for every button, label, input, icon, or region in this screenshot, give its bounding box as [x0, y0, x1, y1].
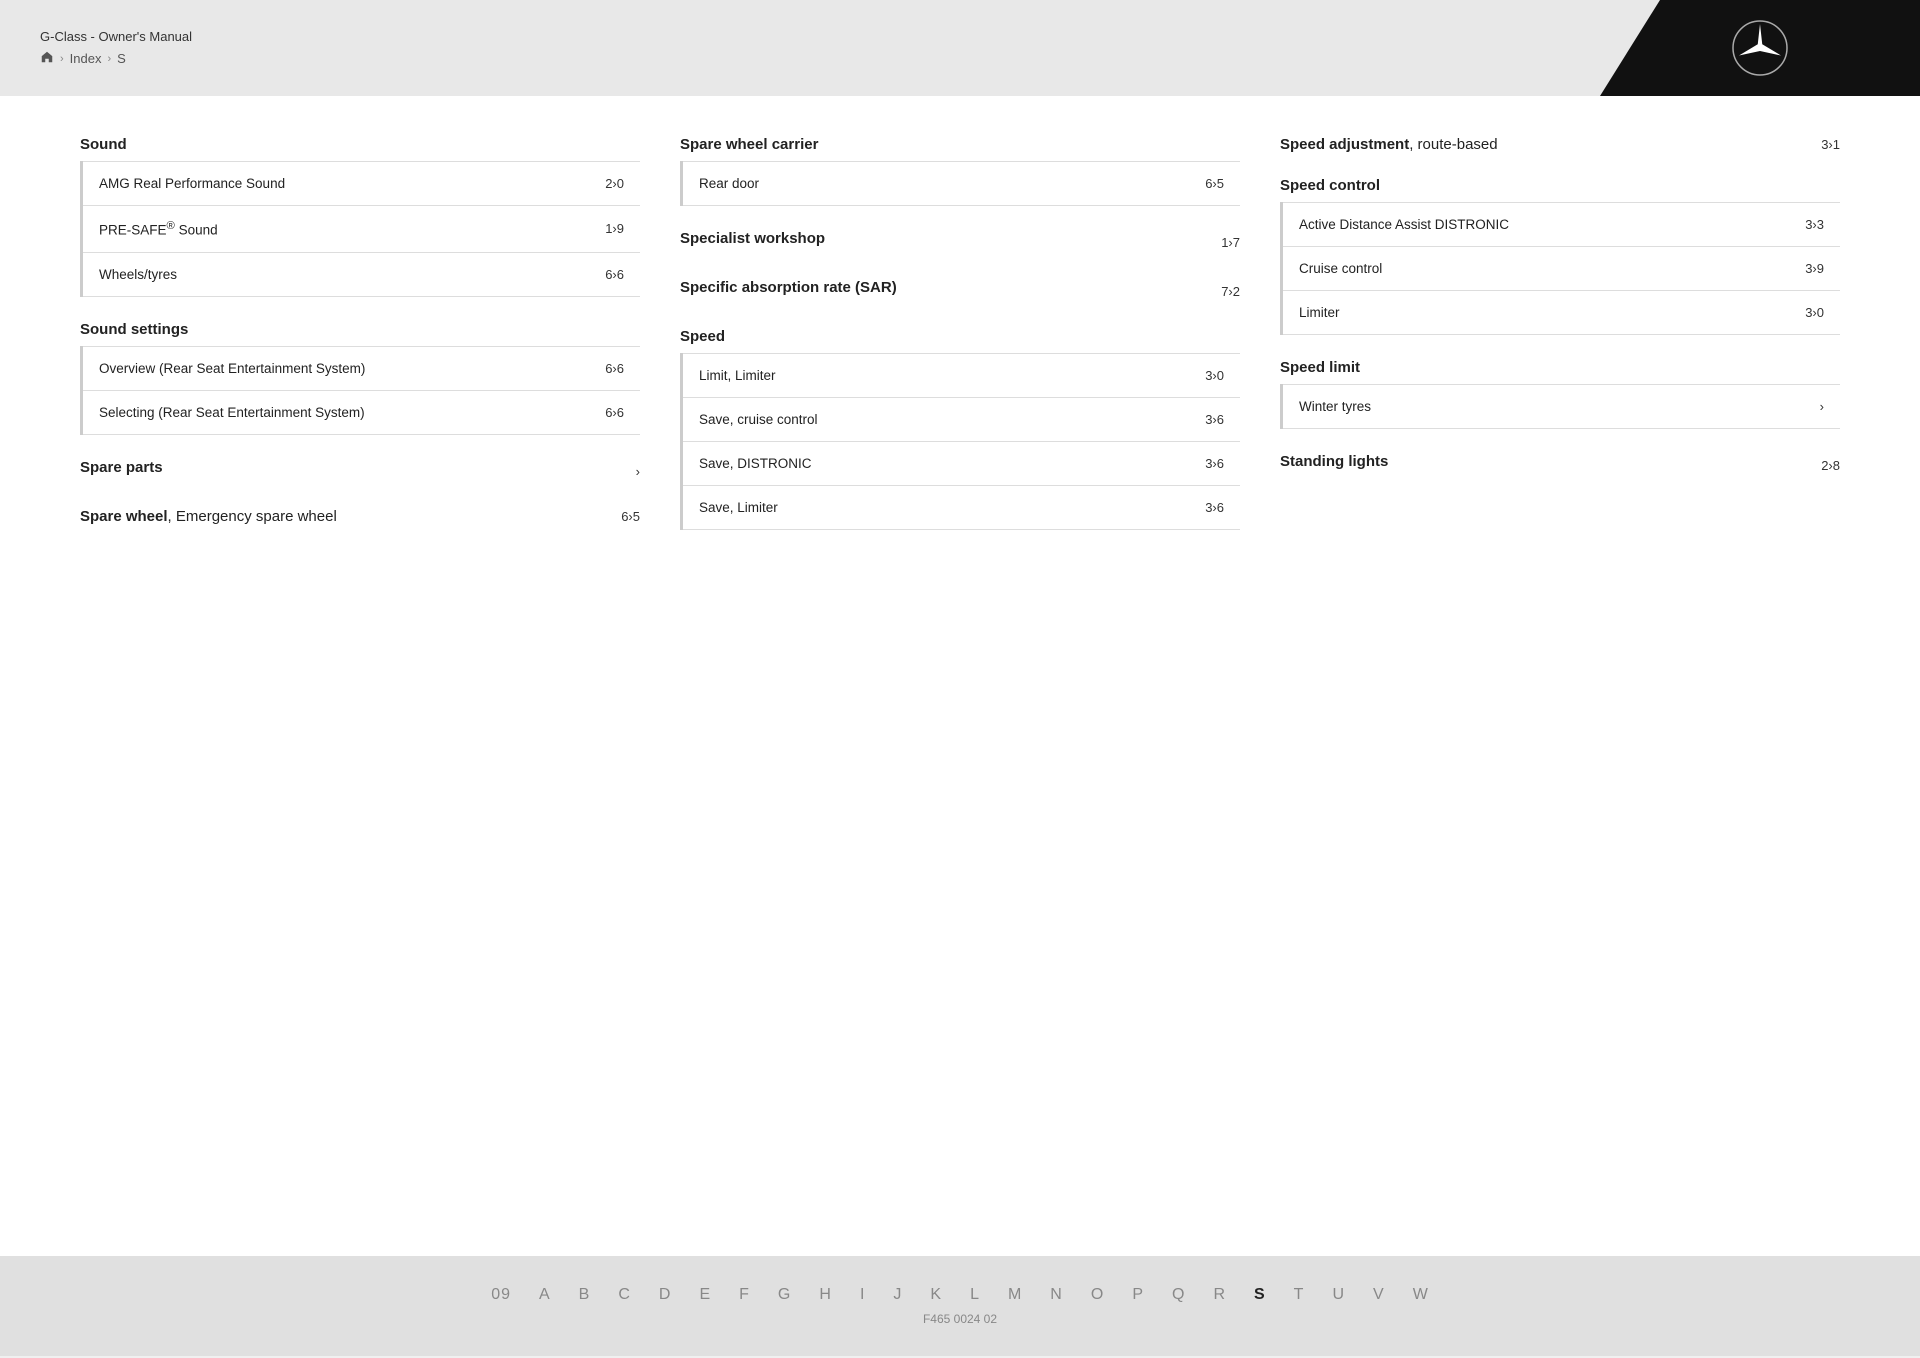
breadcrumb-chevron-1: ›	[60, 53, 64, 65]
section-spare-wheel: Spare wheel, Emergency spare wheel 6›5	[80, 508, 640, 525]
section-spare-wheel-carrier: Spare wheel carrier Rear door 6›5	[680, 136, 1240, 206]
alpha-b[interactable]: B	[579, 1286, 591, 1304]
list-item[interactable]: Limiter 3›0	[1283, 290, 1840, 335]
list-item[interactable]: Active Distance Assist DISTRONIC 3›3	[1283, 202, 1840, 246]
alpha-o[interactable]: O	[1091, 1286, 1104, 1304]
speed-adjustment-row[interactable]: Speed adjustment, route-based 3›1	[1280, 136, 1840, 153]
alpha-v[interactable]: V	[1373, 1286, 1385, 1304]
list-item[interactable]: Wheels/tyres 6›6	[83, 252, 640, 297]
columns-wrapper: Sound AMG Real Performance Sound 2›0 PRE…	[80, 136, 1840, 554]
alpha-l[interactable]: L	[970, 1286, 980, 1304]
standing-lights-row[interactable]: Standing lights 2›8	[1280, 453, 1840, 478]
column-3: Speed adjustment, route-based 3›1 Speed …	[1280, 136, 1840, 554]
alphabet-nav: 09 A B C D E F G H I J K L M N O P Q R S…	[491, 1286, 1429, 1304]
alpha-d[interactable]: D	[659, 1286, 672, 1304]
alpha-c[interactable]: C	[618, 1286, 631, 1304]
column-1: Sound AMG Real Performance Sound 2›0 PRE…	[80, 136, 680, 554]
alpha-q[interactable]: Q	[1172, 1286, 1185, 1304]
alpha-j[interactable]: J	[893, 1286, 902, 1304]
alpha-09[interactable]: 09	[491, 1286, 511, 1304]
list-item[interactable]: Rear door 6›5	[683, 161, 1240, 206]
list-item[interactable]: Save, Limiter 3›6	[683, 485, 1240, 530]
alpha-r[interactable]: R	[1213, 1286, 1226, 1304]
alpha-s[interactable]: S	[1254, 1286, 1266, 1304]
section-speed-control: Speed control Active Distance Assist DIS…	[1280, 177, 1840, 335]
section-sound: Sound AMG Real Performance Sound 2›0 PRE…	[80, 136, 640, 297]
speed-control-title: Speed control	[1280, 177, 1840, 194]
list-item[interactable]: Save, cruise control 3›6	[683, 397, 1240, 441]
list-item[interactable]: AMG Real Performance Sound 2›0	[83, 161, 640, 205]
speed-control-items: Active Distance Assist DISTRONIC 3›3 Cru…	[1280, 202, 1840, 335]
footer: 09 A B C D E F G H I J K L M N O P Q R S…	[0, 1256, 1920, 1356]
home-icon[interactable]	[40, 50, 54, 67]
section-standing-lights: Standing lights 2›8	[1280, 453, 1840, 478]
sound-settings-title: Sound settings	[80, 321, 640, 338]
list-item[interactable]: Limit, Limiter 3›0	[683, 353, 1240, 397]
alpha-a[interactable]: A	[539, 1286, 551, 1304]
section-specialist-workshop: Specialist workshop 1›7	[680, 230, 1240, 255]
spare-parts-row[interactable]: Spare parts ›	[80, 459, 640, 484]
spare-wheel-carrier-title: Spare wheel carrier	[680, 136, 1240, 153]
list-item[interactable]: Selecting (Rear Seat Entertainment Syste…	[83, 390, 640, 435]
breadcrumb-index[interactable]: Index	[70, 51, 102, 66]
spare-wheel-carrier-items: Rear door 6›5	[680, 161, 1240, 206]
sound-title: Sound	[80, 136, 640, 153]
header: G-Class - Owner's Manual › Index › S	[0, 0, 1920, 96]
column-2: Spare wheel carrier Rear door 6›5 Specia…	[680, 136, 1280, 554]
alpha-u[interactable]: U	[1332, 1286, 1345, 1304]
spare-wheel-row[interactable]: Spare wheel, Emergency spare wheel 6›5	[80, 508, 640, 525]
alpha-t[interactable]: T	[1294, 1286, 1305, 1304]
section-spare-parts: Spare parts ›	[80, 459, 640, 484]
list-item[interactable]: Winter tyres ›	[1283, 384, 1840, 429]
speed-limit-items: Winter tyres ›	[1280, 384, 1840, 429]
main-content: Sound AMG Real Performance Sound 2›0 PRE…	[0, 96, 1920, 1256]
list-item[interactable]: PRE-SAFE® Sound 1›9	[83, 205, 640, 252]
alpha-i[interactable]: I	[860, 1286, 865, 1304]
manual-title: G-Class - Owner's Manual	[40, 29, 192, 44]
header-left: G-Class - Owner's Manual › Index › S	[40, 29, 192, 67]
sound-settings-items: Overview (Rear Seat Entertainment System…	[80, 346, 640, 435]
specific-absorption-row[interactable]: Specific absorption rate (SAR) 7›2	[680, 279, 1240, 304]
breadcrumb-s[interactable]: S	[117, 51, 126, 66]
alpha-h[interactable]: H	[819, 1286, 832, 1304]
speed-title: Speed	[680, 328, 1240, 345]
breadcrumb: › Index › S	[40, 50, 192, 67]
list-item[interactable]: Save, DISTRONIC 3›6	[683, 441, 1240, 485]
list-item[interactable]: Cruise control 3›9	[1283, 246, 1840, 290]
alpha-f[interactable]: F	[739, 1286, 750, 1304]
alpha-n[interactable]: N	[1050, 1286, 1063, 1304]
alpha-g[interactable]: G	[778, 1286, 791, 1304]
section-sound-settings: Sound settings Overview (Rear Seat Enter…	[80, 321, 640, 435]
speed-items: Limit, Limiter 3›0 Save, cruise control …	[680, 353, 1240, 530]
section-speed: Speed Limit, Limiter 3›0 Save, cruise co…	[680, 328, 1240, 530]
sound-items: AMG Real Performance Sound 2›0 PRE-SAFE®…	[80, 161, 640, 297]
section-specific-absorption: Specific absorption rate (SAR) 7›2	[680, 279, 1240, 304]
alpha-e[interactable]: E	[699, 1286, 711, 1304]
section-speed-limit: Speed limit Winter tyres ›	[1280, 359, 1840, 429]
specialist-workshop-row[interactable]: Specialist workshop 1›7	[680, 230, 1240, 255]
speed-limit-title: Speed limit	[1280, 359, 1840, 376]
section-speed-adjustment: Speed adjustment, route-based 3›1	[1280, 136, 1840, 153]
mercedes-logo	[1730, 18, 1790, 78]
logo-block	[1600, 0, 1920, 96]
alpha-k[interactable]: K	[930, 1286, 942, 1304]
breadcrumb-chevron-2: ›	[107, 53, 111, 65]
footer-code: F465 0024 02	[923, 1312, 997, 1326]
alpha-p[interactable]: P	[1132, 1286, 1144, 1304]
alpha-m[interactable]: M	[1008, 1286, 1022, 1304]
alpha-w[interactable]: W	[1413, 1286, 1429, 1304]
list-item[interactable]: Overview (Rear Seat Entertainment System…	[83, 346, 640, 390]
